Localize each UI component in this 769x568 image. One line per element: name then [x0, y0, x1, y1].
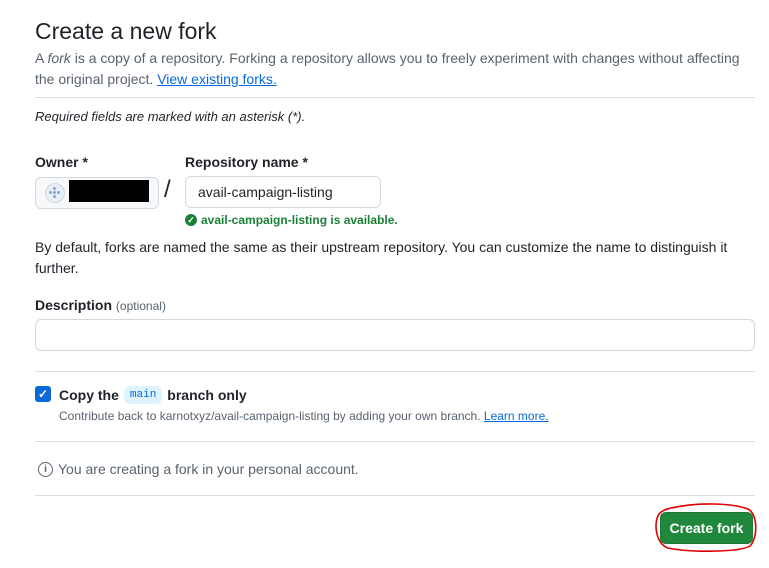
view-existing-forks-link[interactable]: View existing forks. [157, 71, 277, 87]
description-label: Description (optional) [35, 297, 166, 313]
create-fork-button[interactable]: Create fork [660, 512, 753, 544]
redacted-owner-name [69, 180, 149, 202]
divider [35, 495, 755, 496]
page-intro: A fork is a copy of a repository. Forkin… [35, 50, 740, 87]
owner-repo-separator: / [164, 176, 171, 203]
check-circle-icon: ✓ [185, 214, 197, 226]
availability-message: ✓ avail-campaign-listing is available. [185, 213, 398, 227]
personal-account-info: i You are creating a fork in your person… [38, 461, 359, 477]
checkmark-icon: ✓ [37, 387, 49, 401]
fork-term: fork [47, 50, 71, 66]
page-title: Create a new fork [35, 18, 217, 44]
description-input[interactable] [35, 319, 755, 351]
required-fields-note: Required fields are marked with an aster… [35, 109, 306, 124]
divider [35, 371, 755, 372]
owner-label: Owner * [35, 154, 88, 170]
divider [35, 441, 755, 442]
repository-name-input[interactable] [185, 176, 381, 208]
copy-branch-help: Contribute back to karnotxyz/avail-campa… [59, 409, 549, 423]
naming-note: By default, forks are named the same as … [35, 239, 728, 276]
copy-main-branch-label[interactable]: Copy the main branch only [59, 386, 247, 404]
owner-select[interactable] [35, 177, 159, 209]
optional-tag: (optional) [115, 299, 166, 313]
repository-name-label: Repository name * [185, 154, 308, 170]
branch-name-code: main [123, 386, 163, 404]
divider [35, 97, 755, 98]
learn-more-link[interactable]: Learn more. [484, 409, 549, 423]
info-icon: i [38, 461, 53, 477]
copy-main-branch-checkbox[interactable]: ✓ [35, 386, 51, 402]
avatar [45, 183, 65, 203]
